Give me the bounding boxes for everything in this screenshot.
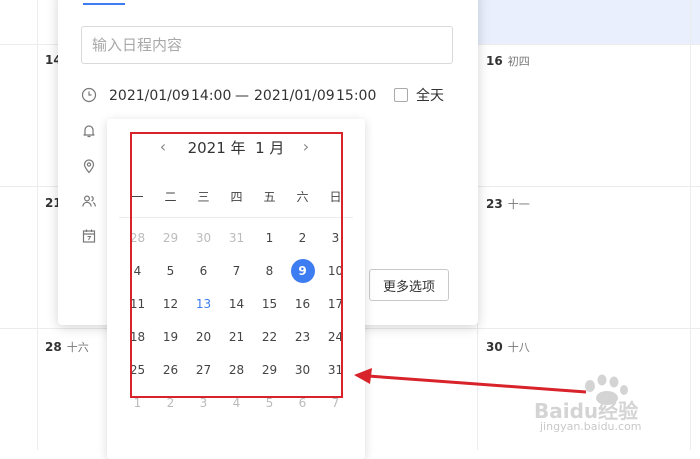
day-cell[interactable]: 3: [187, 390, 220, 416]
weekday-label: 二: [164, 190, 177, 204]
day-cell[interactable]: 28: [121, 225, 154, 251]
day-cell[interactable]: 1: [253, 225, 286, 251]
calendar-icon: [82, 229, 96, 243]
day-cell[interactable]: 31: [220, 225, 253, 251]
day-cell[interactable]: 18: [121, 324, 154, 350]
weekday-label: 五: [263, 190, 276, 204]
year-label[interactable]: 2021 年: [188, 139, 246, 157]
weekday-label: 三: [197, 190, 210, 204]
day-cell[interactable]: 5: [253, 390, 286, 416]
start-date-field[interactable]: 2021/01/09: [109, 86, 190, 106]
day-cell[interactable]: 30: [187, 225, 220, 251]
calendar-cell-date[interactable]: 23 十一: [486, 196, 530, 212]
calendar-cell-date[interactable]: 30 十八: [486, 339, 530, 355]
day-cell[interactable]: 31: [319, 357, 352, 383]
clock-icon: [81, 87, 97, 103]
week-header-highlight: [478, 0, 700, 44]
day-cell[interactable]: 16: [286, 291, 319, 317]
day-cell[interactable]: 17: [319, 291, 352, 317]
day-cell[interactable]: 14: [220, 291, 253, 317]
next-month-button[interactable]: ›: [295, 134, 317, 160]
selected-day-cell[interactable]: 9: [286, 258, 319, 284]
day-cell[interactable]: 6: [187, 258, 220, 284]
all-day-label[interactable]: 全天: [416, 86, 444, 106]
calendar-cell-date[interactable]: 28 十六: [45, 339, 89, 355]
day-cell[interactable]: 6: [286, 390, 319, 416]
day-cell[interactable]: 22: [253, 324, 286, 350]
event-title-input[interactable]: [81, 26, 453, 64]
start-time-field[interactable]: 14:00: [191, 86, 231, 106]
day-cell[interactable]: 23: [286, 324, 319, 350]
month-year-title: 2021 年 1 月: [107, 137, 365, 159]
day-cell[interactable]: 10: [319, 258, 352, 284]
day-cell[interactable]: 12: [154, 291, 187, 317]
end-date-field[interactable]: 2021/01/09: [254, 86, 335, 106]
day-cell[interactable]: 1: [121, 390, 154, 416]
day-cell[interactable]: 27: [187, 357, 220, 383]
weekday-label: 一: [131, 190, 144, 204]
day-cell[interactable]: 3: [319, 225, 352, 251]
day-cell[interactable]: 4: [220, 390, 253, 416]
watermark-url: jingyan.baidu.com: [540, 420, 642, 433]
bell-icon: [83, 125, 95, 138]
calendar-cell-date[interactable]: 16 初四: [486, 53, 530, 69]
day-cell[interactable]: 25: [121, 357, 154, 383]
all-day-checkbox[interactable]: [394, 88, 408, 102]
weekday-label: 日: [329, 190, 342, 204]
day-cell[interactable]: 29: [253, 357, 286, 383]
day-cell[interactable]: 5: [154, 258, 187, 284]
day-cell[interactable]: 29: [154, 225, 187, 251]
day-cell[interactable]: 24: [319, 324, 352, 350]
people-icon: [82, 195, 96, 207]
day-cell[interactable]: 20: [187, 324, 220, 350]
day-cell[interactable]: 13: [187, 291, 220, 317]
day-cell[interactable]: 26: [154, 357, 187, 383]
weekday-label: 四: [230, 190, 243, 204]
time-separator: —: [235, 88, 249, 104]
day-cell[interactable]: 11: [121, 291, 154, 317]
day-cell[interactable]: 30: [286, 357, 319, 383]
day-cell[interactable]: 15: [253, 291, 286, 317]
weekday-label: 六: [296, 190, 309, 204]
day-cell[interactable]: 7: [220, 258, 253, 284]
month-label[interactable]: 1 月: [255, 139, 284, 157]
day-cell[interactable]: 4: [121, 258, 154, 284]
more-options-button[interactable]: 更多选项: [369, 269, 449, 301]
day-cell[interactable]: 2: [286, 225, 319, 251]
day-cell[interactable]: 21: [220, 324, 253, 350]
day-cell[interactable]: 2: [154, 390, 187, 416]
day-cell[interactable]: 8: [253, 258, 286, 284]
location-icon: [83, 159, 95, 174]
day-cell[interactable]: 19: [154, 324, 187, 350]
end-time-field[interactable]: 15:00: [336, 86, 376, 106]
picker-divider: [119, 217, 353, 218]
date-picker-popup: ‹ 2021 年 1 月 › 一 二 三 四 五 六 日 28 29 30 31 1 2 3…: [107, 119, 365, 459]
day-cell[interactable]: 28: [220, 357, 253, 383]
active-tab-indicator: [83, 3, 125, 5]
day-cell[interactable]: 7: [319, 390, 352, 416]
